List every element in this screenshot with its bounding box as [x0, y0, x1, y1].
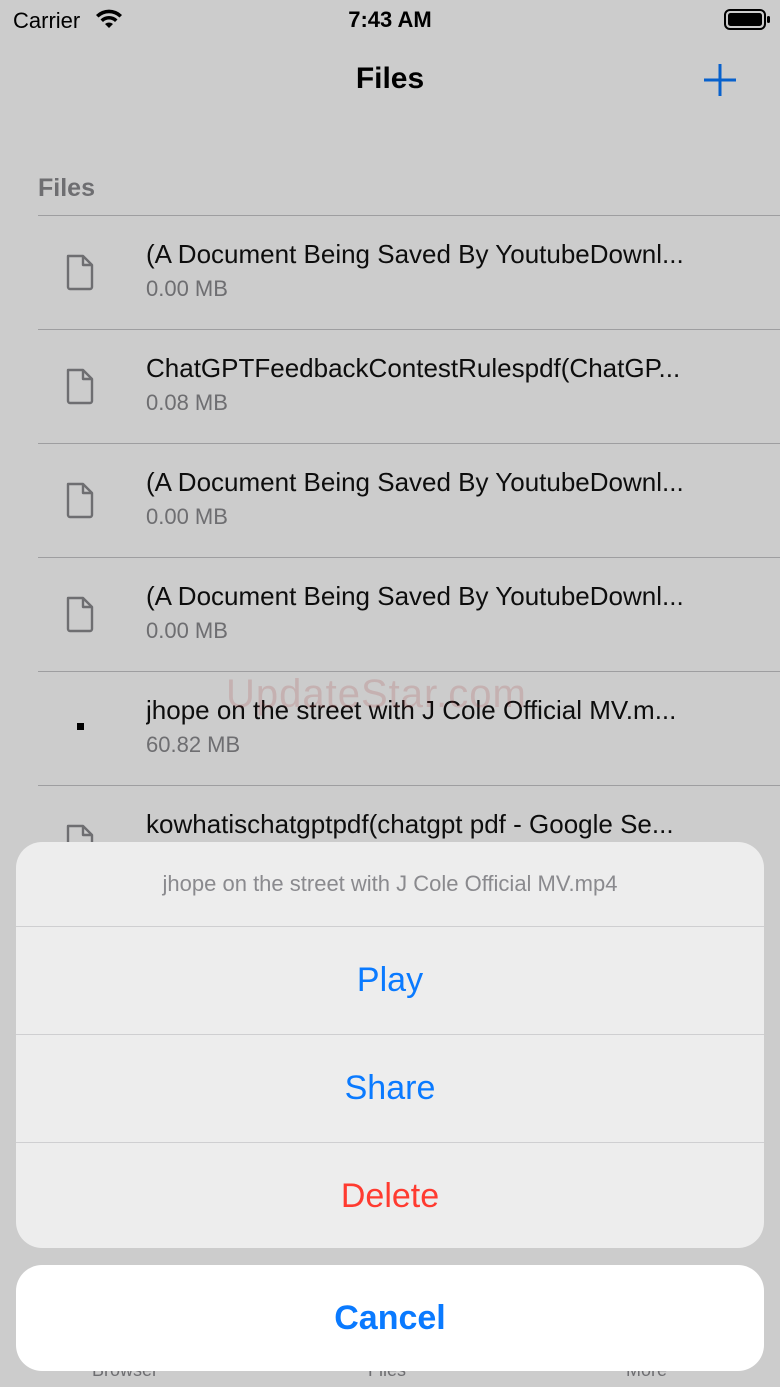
share-button[interactable]: Share	[16, 1034, 764, 1142]
cancel-button[interactable]: Cancel	[16, 1265, 764, 1371]
action-sheet: jhope on the street with J Cole Official…	[16, 842, 764, 1248]
play-button[interactable]: Play	[16, 926, 764, 1034]
delete-button[interactable]: Delete	[16, 1142, 764, 1248]
action-sheet-title: jhope on the street with J Cole Official…	[162, 871, 618, 896]
